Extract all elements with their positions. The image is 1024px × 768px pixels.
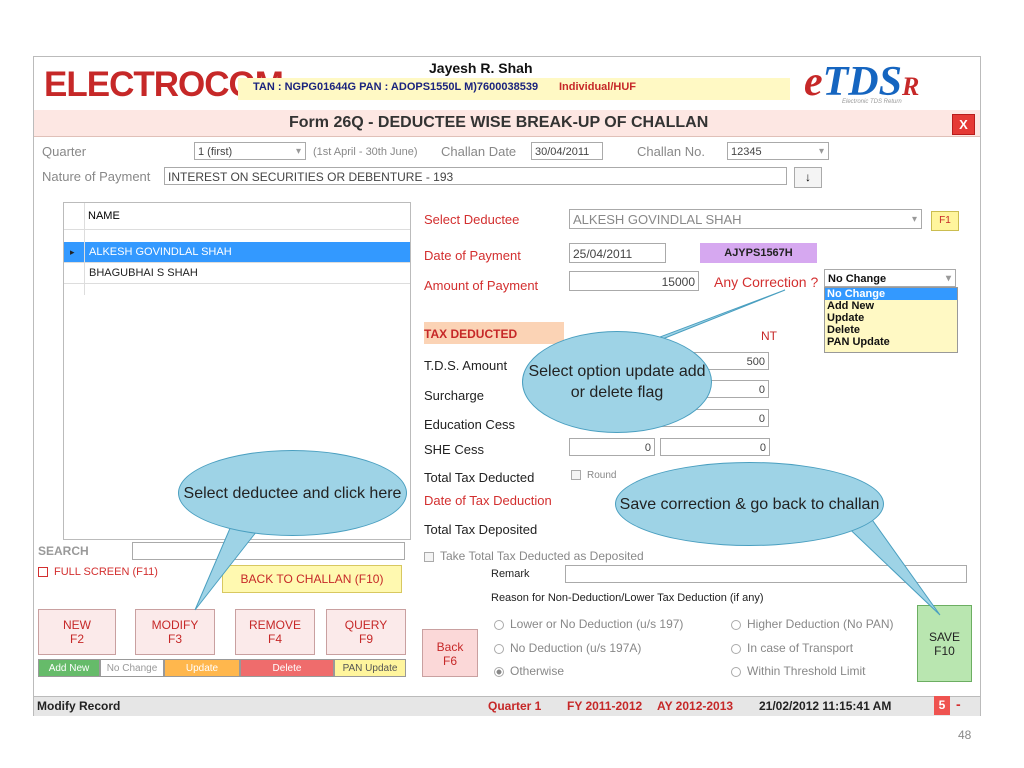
callout-select-option: Select option update add or delete flag bbox=[522, 331, 712, 433]
slide-number: 48 bbox=[958, 728, 972, 742]
callout-save-correction: Save correction & go back to challan bbox=[615, 462, 884, 546]
callout-select-deductee: Select deductee and click here bbox=[178, 450, 407, 536]
callout-pointers bbox=[194, 289, 941, 616]
